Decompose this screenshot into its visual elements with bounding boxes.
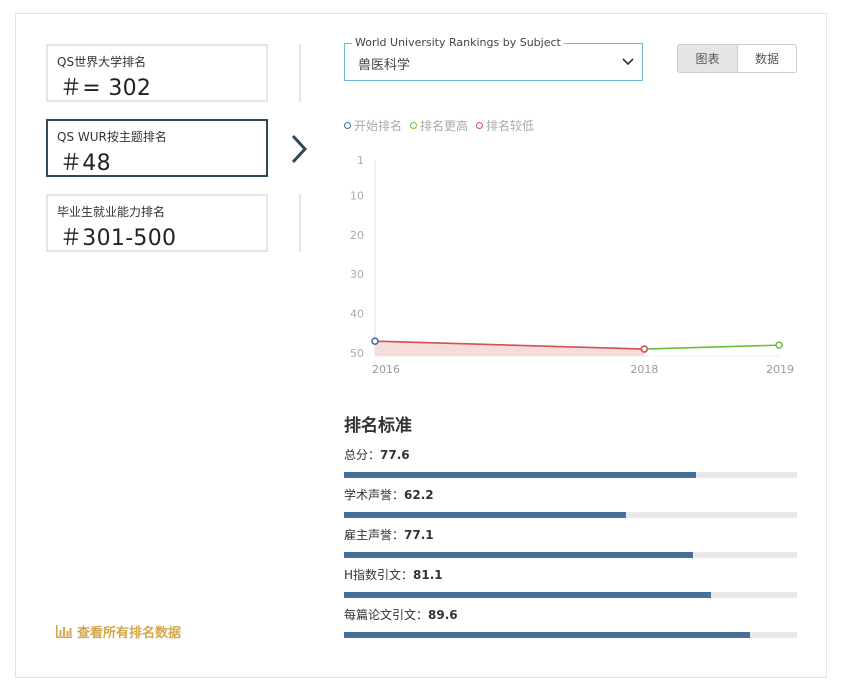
criteria-title: 排名标准 [344, 416, 412, 436]
x-tick-label: 2016 [372, 363, 400, 376]
chevron-right-icon [291, 134, 308, 164]
criteria-value: 62.2 [404, 488, 434, 502]
divider [299, 194, 301, 252]
x-tick-label: 2019 [766, 363, 794, 376]
score-track [344, 512, 797, 518]
y-tick-label: 30 [350, 268, 364, 281]
y-tick-label: 20 [350, 229, 364, 242]
criteria-label: H指数引文： [344, 568, 414, 582]
criteria-item-academic: 学术声誉：62.2 [344, 486, 797, 518]
ranking-line-chart: 1 10 20 30 40 50 2016 2018 2019 [350, 154, 794, 376]
criteria-label: 雇主声誉： [344, 528, 405, 542]
rank-label: QS WUR按主题排名 [57, 130, 167, 144]
legend-item-higher: 排名更高 [410, 117, 468, 134]
rank-card-subject[interactable]: QS WUR按主题排名 ＃48 [46, 119, 268, 177]
criteria-item-h-index: H指数引文：81.1 [344, 566, 797, 598]
rank-label: QS世界大学排名 [57, 55, 147, 69]
criteria-label: 每篇论文引文： [344, 608, 429, 622]
score-track [344, 592, 797, 598]
criteria-value: 89.6 [428, 608, 458, 622]
score-bar [344, 592, 712, 598]
score-track [344, 632, 797, 638]
data-point [371, 337, 379, 345]
y-tick-label: 1 [357, 154, 364, 167]
x-tick-label: 2018 [630, 363, 658, 376]
legend-label: 排名较低 [486, 119, 535, 133]
chevron-down-icon [622, 58, 634, 66]
chart-view-button[interactable]: 图表 [677, 44, 738, 73]
criteria-item-employer: 雇主声誉：77.1 [344, 526, 797, 558]
score-bar [344, 472, 696, 478]
rank-value: ＃= 302 [60, 76, 152, 101]
chart-legend: 开始排名 排名更高 排名较低 [344, 117, 534, 134]
view-all-label: 查看所有排名数据 [77, 626, 182, 641]
rank-value: ＃48 [60, 151, 111, 176]
subject-select-value: 兽医科学 [358, 58, 411, 73]
legend-item-lower: 排名较低 [476, 117, 534, 134]
score-track [344, 552, 797, 558]
criteria-label: 总分： [344, 448, 381, 462]
rank-label: 毕业生就业能力排名 [57, 205, 166, 219]
legend-label: 开始排名 [354, 119, 403, 133]
criteria-value: 77.6 [380, 448, 410, 462]
criteria-item-citations: 每篇论文引文：89.6 [344, 606, 797, 638]
rank-card-employability[interactable]: 毕业生就业能力排名 ＃301-500 [46, 194, 268, 252]
data-point [640, 345, 649, 353]
legend-label: 排名更高 [420, 119, 469, 133]
criteria-value: 77.1 [404, 528, 434, 542]
view-all-rankings-link[interactable]: 查看所有排名数据 [56, 622, 181, 641]
bar-chart-icon [56, 625, 72, 638]
legend-item-start: 开始排名 [344, 117, 402, 134]
data-view-button[interactable]: 数据 [737, 44, 797, 73]
circle-icon [476, 122, 484, 129]
subject-select-legend: World University Rankings by Subject [352, 36, 564, 49]
circle-icon [344, 122, 351, 129]
series-segment [644, 344, 780, 350]
data-point [775, 341, 783, 349]
score-bar [344, 552, 694, 558]
score-bar [344, 632, 750, 638]
y-tick-label: 40 [350, 308, 364, 321]
y-tick-label: 10 [350, 189, 364, 202]
rank-card-world[interactable]: QS世界大学排名 ＃= 302 [46, 44, 268, 102]
criteria-item-overall: 总分：77.6 [344, 446, 797, 478]
score-bar [344, 512, 626, 518]
criteria-label: 学术声誉： [344, 488, 405, 502]
divider [299, 44, 301, 102]
rank-value: ＃301-500 [60, 226, 177, 251]
score-track [344, 472, 797, 478]
y-tick-label: 50 [350, 347, 364, 360]
circle-icon [410, 122, 418, 129]
criteria-value: 81.1 [413, 568, 443, 582]
